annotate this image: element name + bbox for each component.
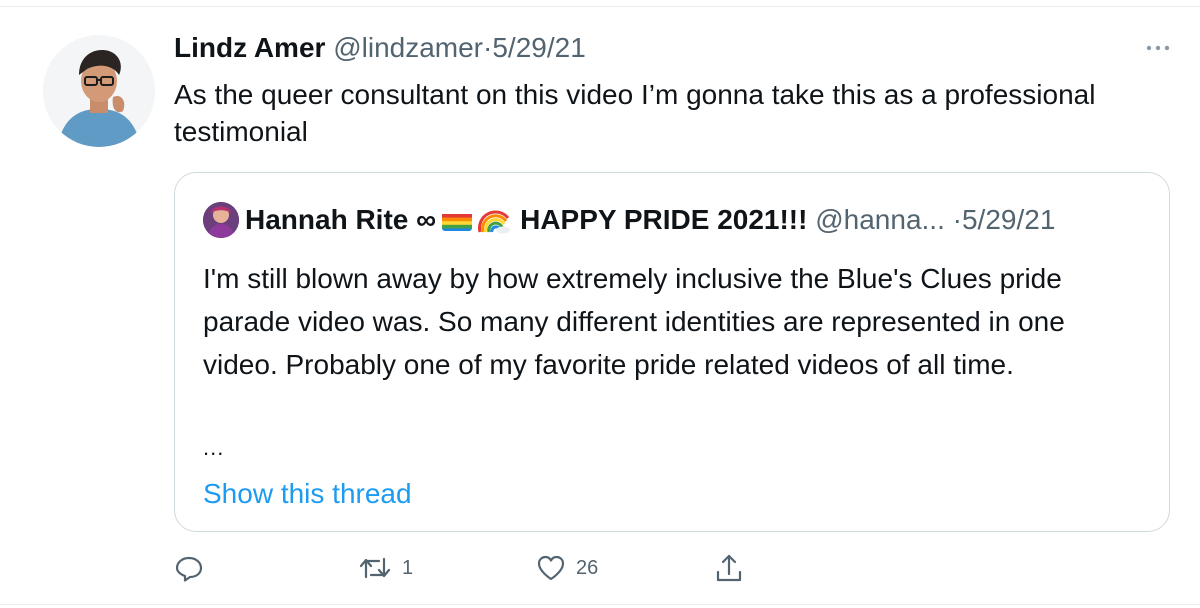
quoted-header-separator: · xyxy=(952,204,962,235)
tweet-header: Lindz Amer @lindzamer·5/29/21 xyxy=(174,30,586,66)
retweet-count: 1 xyxy=(402,556,414,579)
retweet-button[interactable]: 1 xyxy=(358,550,413,586)
quoted-author-handle[interactable]: @hanna... xyxy=(815,204,945,235)
tweet[interactable]: Lindz Amer @lindzamer·5/29/21 As the que… xyxy=(0,0,1200,608)
quoted-author-name-suffix[interactable]: HAPPY PRIDE 2021!!! xyxy=(520,204,807,235)
divider-top xyxy=(0,6,1200,7)
author-handle[interactable]: @lindzamer xyxy=(333,32,483,63)
quoted-tweet-header: Hannah Rite ∞ HAPPY PRIDE 2021!!! @hanna… xyxy=(245,202,1055,238)
reply-button[interactable] xyxy=(174,550,214,586)
show-thread-link[interactable]: Show this thread xyxy=(203,476,412,512)
quoted-avatar-photo xyxy=(203,202,239,238)
author-name[interactable]: Lindz Amer xyxy=(174,32,325,63)
like-button[interactable]: 26 xyxy=(536,550,598,586)
tweet-date[interactable]: 5/29/21 xyxy=(492,32,585,63)
quoted-tweet-text: I'm still blown away by how extremely in… xyxy=(203,263,1065,380)
quoted-author-avatar[interactable] xyxy=(203,202,239,238)
more-horizontal-icon xyxy=(1146,45,1170,51)
quoted-tweet-date[interactable]: 5/29/21 xyxy=(962,204,1055,235)
heart-icon xyxy=(537,555,565,581)
more-options-button[interactable] xyxy=(1138,30,1178,66)
retweet-icon xyxy=(359,557,391,579)
author-avatar[interactable] xyxy=(43,35,155,147)
rainbow-icon xyxy=(476,204,512,234)
tweet-text: As the queer consultant on this video I’… xyxy=(174,79,1096,147)
reply-icon xyxy=(175,556,203,582)
quoted-author-name[interactable]: Hannah Rite ∞ xyxy=(245,204,436,235)
quoted-tweet[interactable]: Hannah Rite ∞ HAPPY PRIDE 2021!!! @hanna… xyxy=(174,172,1170,532)
rainbow-flag-icon xyxy=(442,209,473,231)
avatar-photo xyxy=(43,35,155,147)
quoted-tweet-ellipsis: ... xyxy=(203,435,225,460)
like-count: 26 xyxy=(576,556,599,579)
header-separator: · xyxy=(483,32,493,63)
share-icon xyxy=(716,554,742,582)
divider-bottom xyxy=(0,604,1200,605)
share-button[interactable] xyxy=(714,550,744,586)
